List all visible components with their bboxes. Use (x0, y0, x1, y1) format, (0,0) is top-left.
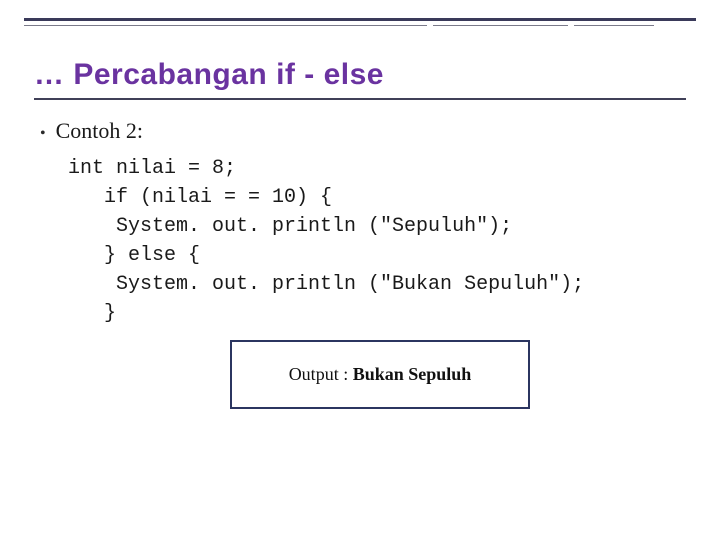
bullet-text: Contoh 2: (56, 118, 143, 144)
code-line: System. out. println ("Sepuluh"); (68, 215, 512, 238)
title-underline (34, 98, 686, 100)
output-label: Output : (289, 364, 353, 384)
code-line: System. out. println ("Bukan Sepuluh"); (68, 273, 584, 296)
header-rule (24, 18, 696, 26)
bullet-dot-icon: • (40, 126, 46, 142)
code-line: } else { (68, 244, 200, 267)
code-line: int nilai = 8; (68, 157, 236, 180)
rule-thick (24, 18, 696, 21)
code-block: int nilai = 8; if (nilai = = 10) { Syste… (68, 154, 686, 328)
code-line: } (68, 302, 116, 325)
rule-thin-row (24, 25, 696, 26)
code-line: if (nilai = = 10) { (68, 186, 332, 209)
bullet-row: • Contoh 2: (40, 118, 686, 144)
slide-title: … Percabangan if - else (34, 58, 686, 92)
slide-content: … Percabangan if - else • Contoh 2: int … (34, 58, 686, 328)
output-box: Output : Bukan Sepuluh (230, 340, 530, 409)
output-value: Bukan Sepuluh (353, 364, 472, 384)
